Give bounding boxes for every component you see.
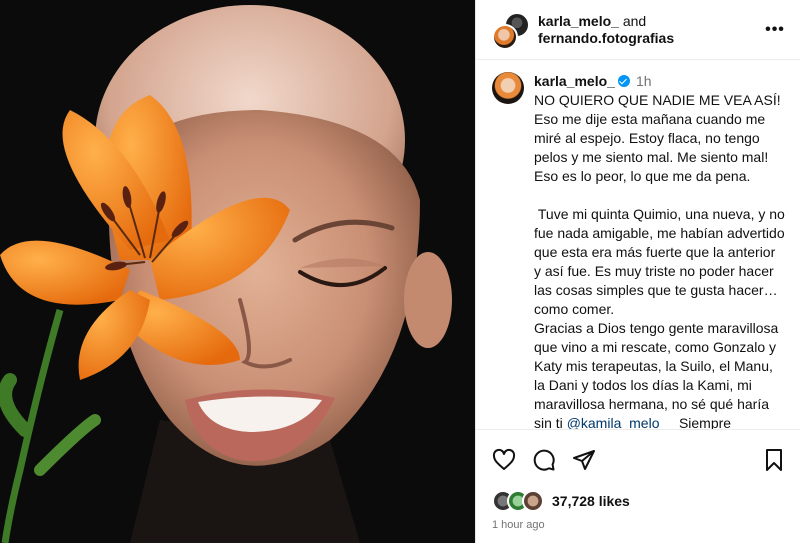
post-photo[interactable] bbox=[0, 0, 475, 543]
collab-names: karla_melo_ and fernando.fotografias bbox=[538, 13, 764, 47]
caption-paragraph-3: Tuve mi quinta Quimio, una nueva, y no f… bbox=[534, 206, 789, 317]
header-joiner: and bbox=[622, 12, 647, 29]
more-horizontal-icon: ••• bbox=[765, 20, 785, 38]
caption-body: karla_melo_ 1h NO QUIERO QUE NADIE ME VEA… bbox=[534, 72, 786, 429]
more-options-button[interactable]: ••• bbox=[764, 19, 786, 41]
comment-icon[interactable] bbox=[532, 448, 556, 472]
share-icon[interactable] bbox=[572, 448, 596, 472]
caption-area: karla_melo_ 1h NO QUIERO QUE NADIE ME VEA… bbox=[476, 60, 800, 429]
caption-time[interactable]: 1h bbox=[636, 73, 652, 89]
header-username-1[interactable]: karla_melo_ bbox=[538, 13, 619, 29]
heart-icon[interactable] bbox=[492, 448, 516, 472]
liker-avatar[interactable] bbox=[522, 490, 544, 512]
caption-username[interactable]: karla_melo_ bbox=[534, 73, 615, 89]
post-container: karla_melo_ and fernando.fotografias •••… bbox=[0, 0, 800, 543]
caption-paragraph-4-text: Gracias a Dios tengo gente maravillosa q… bbox=[534, 320, 779, 429]
likes-count[interactable]: 37,728 likes bbox=[552, 493, 630, 509]
bookmark-icon[interactable] bbox=[762, 448, 786, 472]
avatar-karla[interactable] bbox=[492, 23, 518, 50]
post-timestamp[interactable]: 1 hour ago bbox=[476, 513, 800, 543]
post-sidebar: karla_melo_ and fernando.fotografias •••… bbox=[475, 0, 800, 543]
caption-paragraph-1: NO QUIERO QUE NADIE ME VEA ASÍ! bbox=[534, 92, 781, 108]
header-username-2[interactable]: fernando.fotografias bbox=[538, 30, 674, 46]
likes-row: 37,728 likes bbox=[476, 489, 800, 513]
verified-badge-icon bbox=[617, 75, 630, 87]
mention-link[interactable]: @kamila_melo__ bbox=[567, 415, 675, 429]
caption-paragraph-4: Gracias a Dios tengo gente maravillosa q… bbox=[534, 319, 786, 429]
action-bar bbox=[476, 429, 800, 489]
caption-avatar[interactable] bbox=[492, 72, 524, 104]
caption-paragraph-2: Eso me dije esta mañana cuando me miré a… bbox=[534, 111, 769, 184]
post-header: karla_melo_ and fernando.fotografias ••• bbox=[476, 0, 800, 60]
post-image-illustration bbox=[0, 0, 475, 543]
collab-avatars[interactable] bbox=[492, 11, 530, 50]
